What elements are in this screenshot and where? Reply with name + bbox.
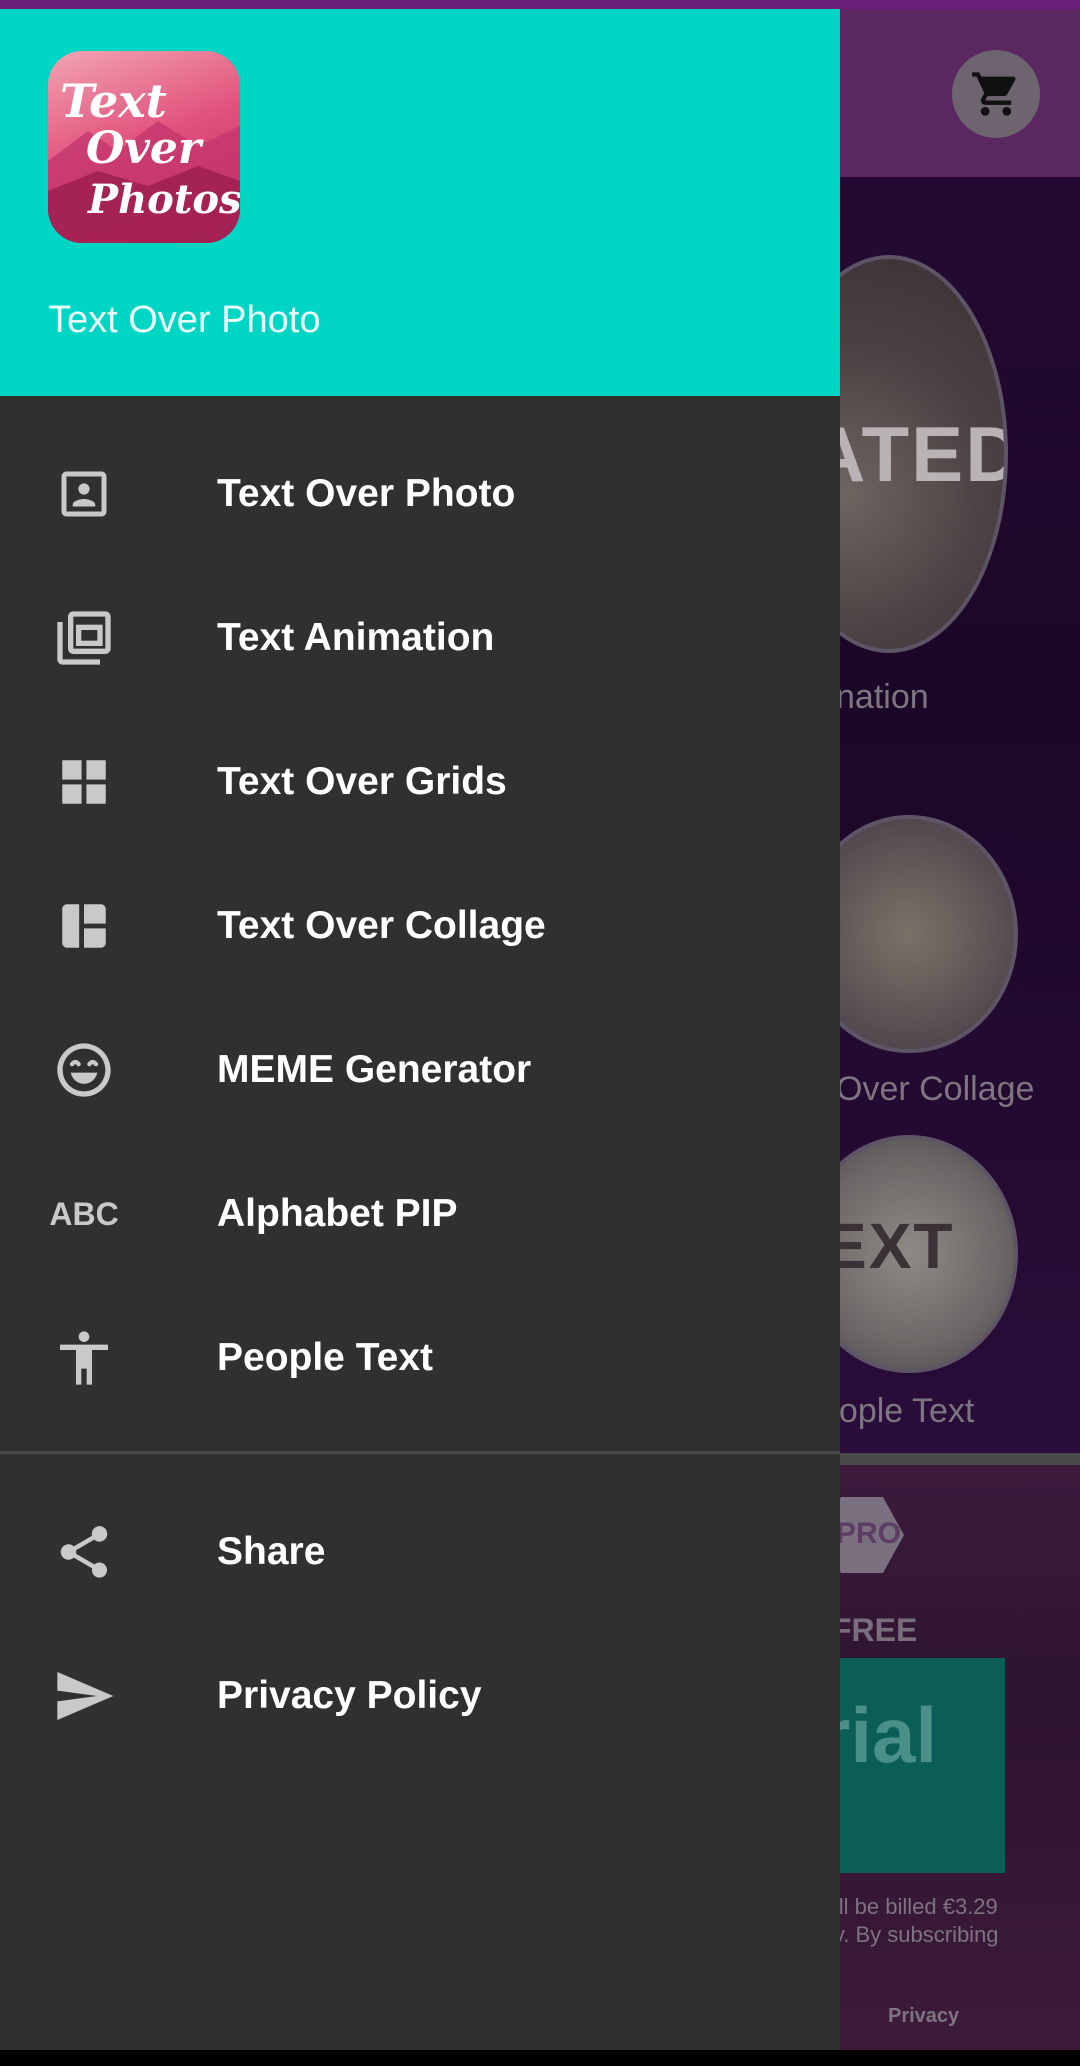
menu-item-share[interactable]: Share <box>0 1480 840 1624</box>
drawer-header: Text Over Photos Text Over Photo <box>0 9 840 396</box>
person-icon <box>50 1328 118 1388</box>
menu-item-label: Text Over Grids <box>217 760 507 803</box>
menu-item-alphabet-pip[interactable]: ABC Alphabet PIP <box>0 1142 840 1286</box>
pro-badge-text: PRO <box>836 1517 902 1550</box>
menu-item-label: People Text <box>217 1336 434 1379</box>
cart-button[interactable] <box>952 50 1040 138</box>
menu-item-text-over-collage[interactable]: Text Over Collage <box>0 854 840 998</box>
menu-item-people-text[interactable]: People Text <box>0 1286 840 1430</box>
drawer-header-title: Text Over Photo <box>48 299 321 341</box>
billing-line-1: will be billed €3.29 <box>818 1894 998 1919</box>
svg-text:Over: Over <box>86 123 204 174</box>
status-strip <box>0 0 1080 9</box>
menu-item-label: Privacy Policy <box>217 1674 482 1717</box>
menu-item-label: Alphabet PIP <box>217 1192 458 1235</box>
screen: ATED nation Over Collage EXT eople Text … <box>0 0 1080 2066</box>
grid-icon <box>50 752 118 812</box>
card-label-animation: nation <box>836 678 929 716</box>
nav-bar-strip <box>0 2050 1080 2066</box>
library-icon <box>50 608 118 668</box>
menu-item-label: Text Animation <box>217 616 495 659</box>
portrait-icon <box>50 464 118 524</box>
collage-icon <box>50 896 118 956</box>
share-icon <box>50 1522 118 1582</box>
menu-item-text-animation[interactable]: Text Animation <box>0 566 840 710</box>
thumb-word: EXT <box>824 1210 955 1282</box>
menu-item-label: Text Over Collage <box>217 904 546 947</box>
abc-icon-text: ABC <box>49 1195 119 1232</box>
menu-item-label: Text Over Photo <box>217 472 516 515</box>
menu-item-label: MEME Generator <box>217 1048 532 1091</box>
menu-item-meme-generator[interactable]: MEME Generator <box>0 998 840 1142</box>
billing-disclaimer: will be billed €3.29 kly. By subscribing <box>818 1893 999 1949</box>
navigation-drawer: Text Over Photos Text Over Photo Text Ov… <box>0 9 840 2050</box>
svg-text:Text: Text <box>60 74 167 128</box>
send-icon <box>50 1666 118 1726</box>
app-logo: Text Over Photos <box>48 51 240 243</box>
abc-icon: ABC <box>49 1184 119 1244</box>
menu-item-privacy-policy[interactable]: Privacy Policy <box>0 1624 840 1768</box>
svg-text:Photos: Photos <box>87 176 240 223</box>
menu-item-text-over-grids[interactable]: Text Over Grids <box>0 710 840 854</box>
cart-icon <box>972 72 1016 116</box>
drawer-divider <box>0 1451 840 1454</box>
menu-item-label: Share <box>217 1530 326 1573</box>
smiley-icon <box>50 1040 118 1100</box>
billing-line-2: kly. By subscribing <box>818 1922 999 1947</box>
card-label-collage: Over Collage <box>836 1070 1035 1108</box>
card-label-people: eople Text <box>820 1392 975 1430</box>
privacy-link[interactable]: Privacy <box>888 2005 959 2028</box>
menu-item-text-over-photo[interactable]: Text Over Photo <box>0 422 840 566</box>
